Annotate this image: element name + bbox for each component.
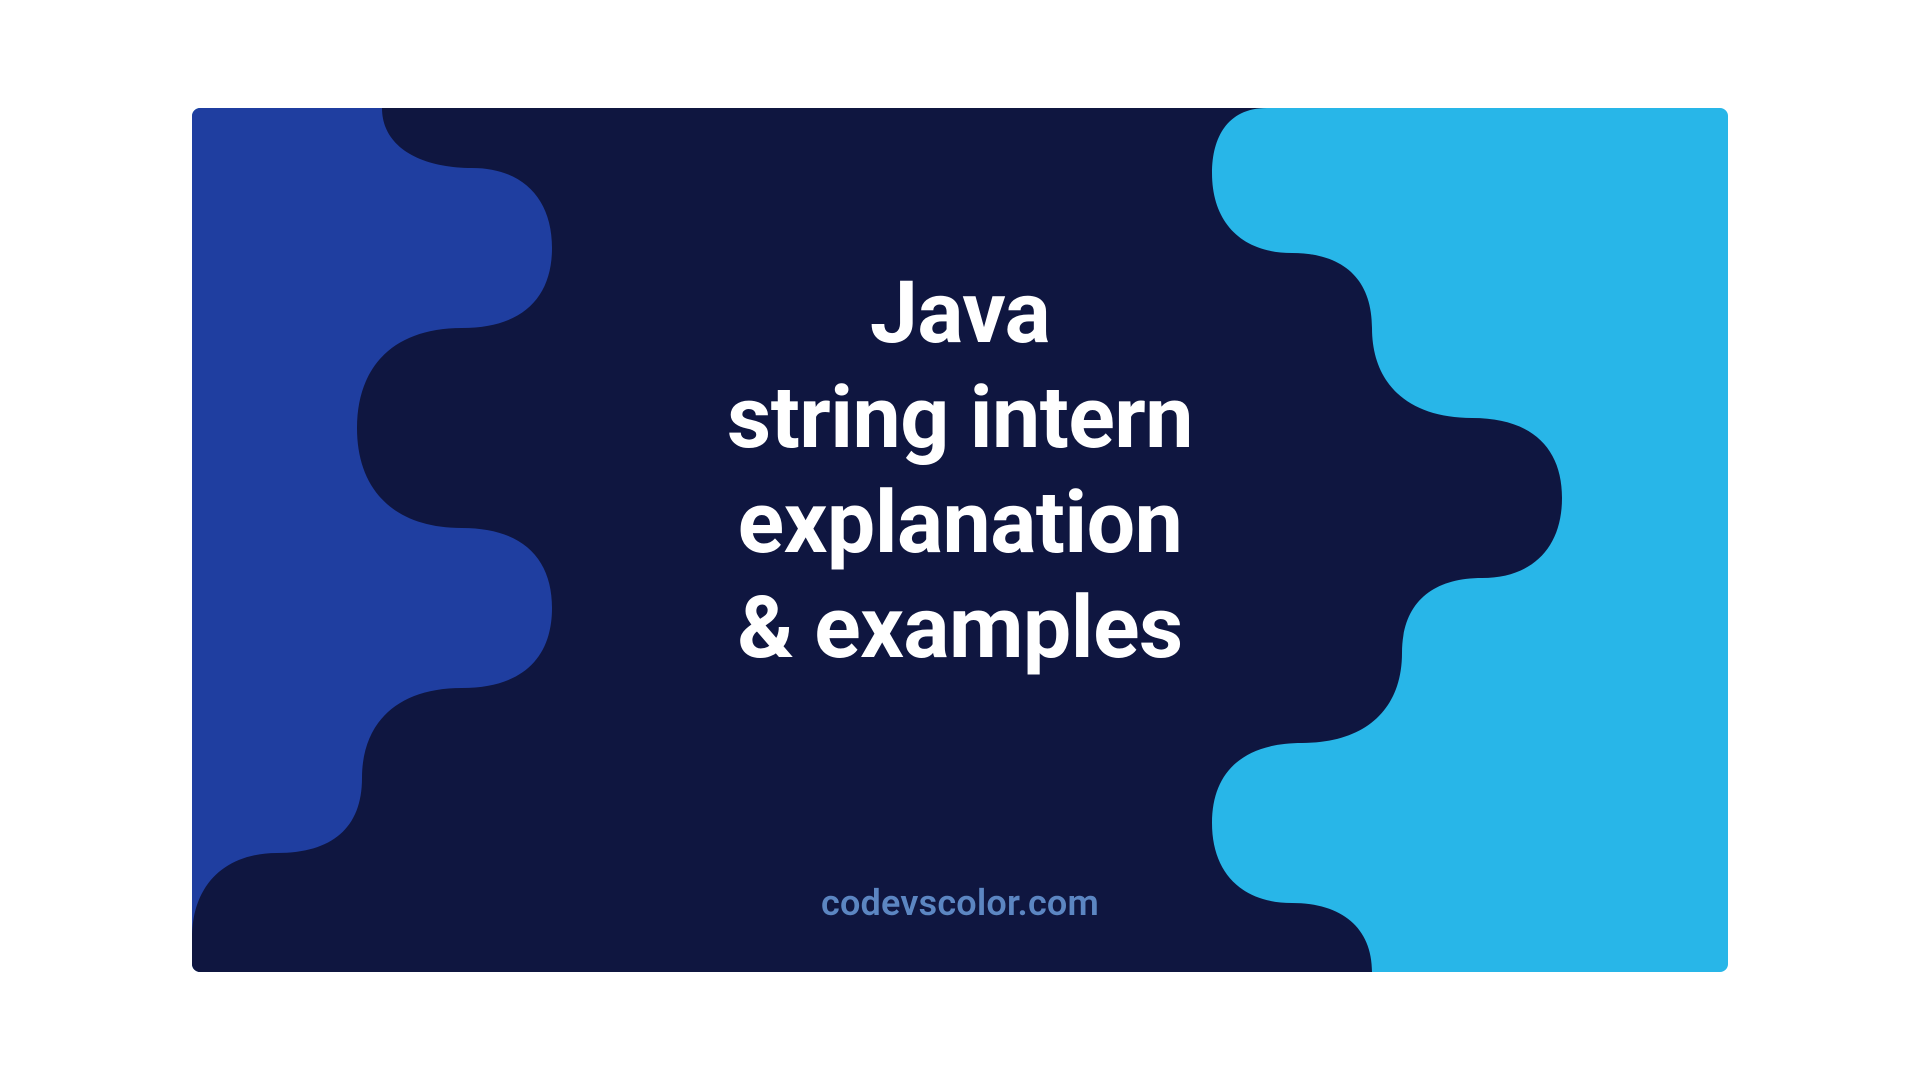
page: Java string intern explanation & example… [0,0,1920,1080]
hero-card: Java string intern explanation & example… [192,108,1728,972]
title-line-2: string intern [727,367,1193,468]
hero-title: Java string intern explanation & example… [727,261,1193,681]
footer-site-link: codevscolor.com [821,882,1099,924]
title-line-3: explanation [738,472,1183,573]
title-line-4: & examples [737,577,1182,678]
title-line-1: Java [870,262,1050,363]
